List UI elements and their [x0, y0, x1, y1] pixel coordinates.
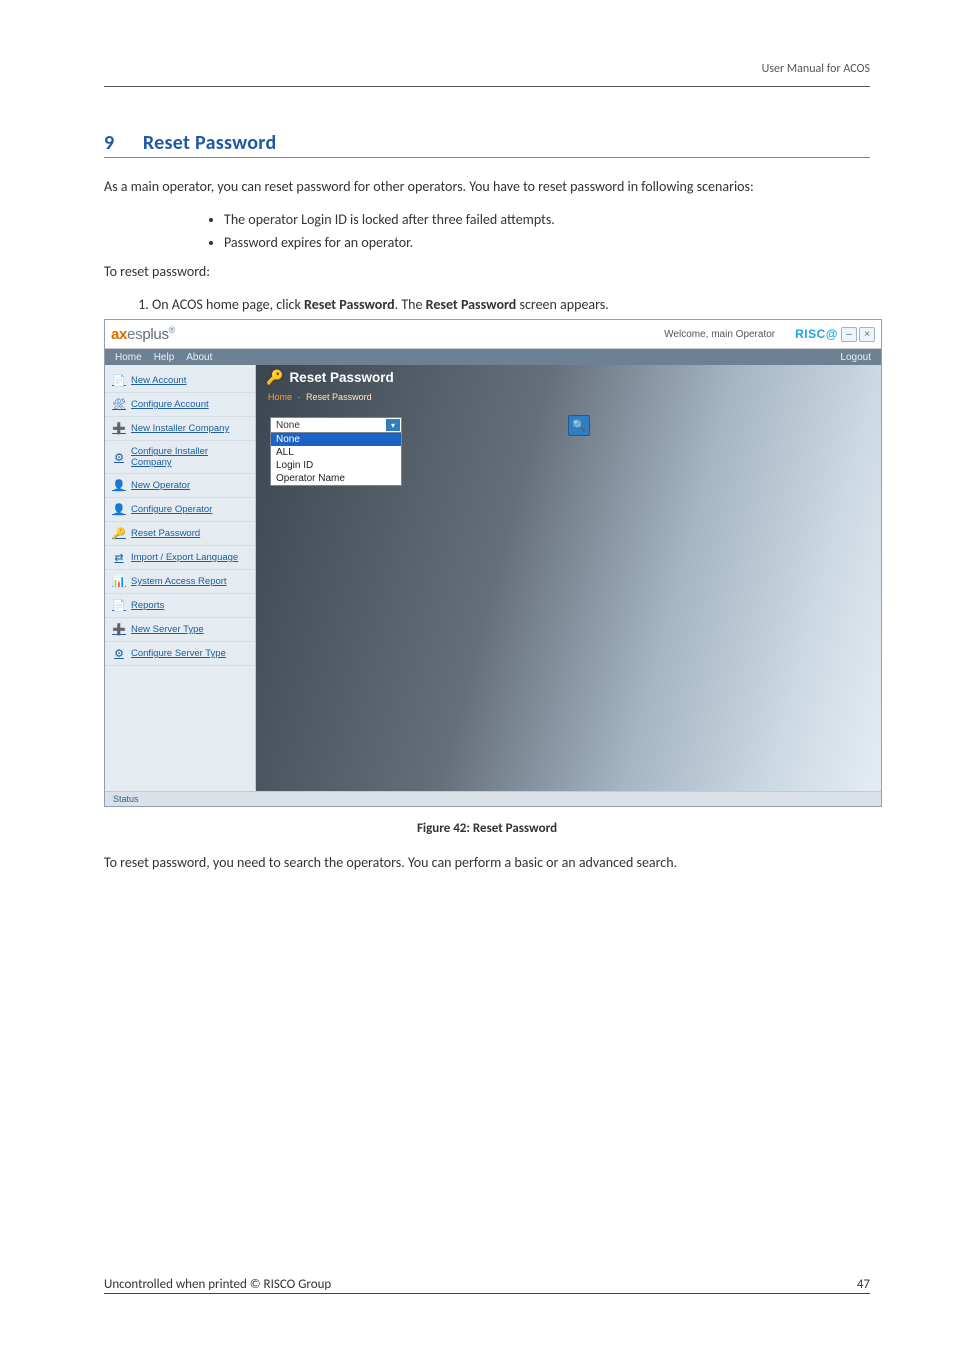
sidebar-item-label: Configure Installer Company [131, 446, 248, 468]
menu-about[interactable]: About [186, 352, 212, 363]
sidebar-item-label: New Account [131, 375, 186, 386]
search-button[interactable]: 🔍 [568, 415, 590, 436]
sidebar-item-label: Reset Password [131, 528, 200, 539]
sidebar-item-new-operator[interactable]: 👤 New Operator [105, 474, 255, 498]
welcome-text: Welcome, main Operator [664, 329, 775, 340]
chevron-down-icon: ▾ [386, 419, 400, 431]
transfer-icon: ⇄ [112, 551, 126, 564]
close-icon[interactable]: × [859, 327, 875, 342]
sidebar-item-system-access-report[interactable]: 📊 System Access Report [105, 570, 255, 594]
section-number: 9 [104, 131, 138, 155]
sidebar-item-import-export-language[interactable]: ⇄ Import / Export Language [105, 546, 255, 570]
status-bar: Status [105, 791, 881, 806]
app-body: 📄 New Account 🛠 Configure Account ➕ New Ins… [105, 365, 881, 791]
search-criteria-dropdown-group: None ▾ None ALL Login ID Operator Name [270, 417, 402, 486]
sidebar-item-new-server-type[interactable]: ➕ New Server Type [105, 618, 255, 642]
page-header: User Manual for ACOS [104, 62, 870, 87]
sidebar-item-label: New Server Type [131, 624, 204, 635]
user-icon: 👤 [112, 479, 126, 492]
panel-title-text: Reset Password [289, 370, 393, 385]
dropdown-option-none[interactable]: None [271, 433, 401, 446]
user-icon: 👤 [112, 503, 126, 516]
minimize-icon[interactable]: – [841, 327, 857, 342]
step-text: . The [395, 296, 426, 313]
sidebar-item-configure-installer-company[interactable]: ⚙ Configure Installer Company [105, 441, 255, 474]
sidebar-item-label: New Installer Company [131, 423, 229, 434]
header-right-text: User Manual for ACOS [762, 62, 870, 76]
after-figure-text: To reset password, you need to search th… [104, 852, 870, 873]
steps-list: On ACOS home page, click Reset Password.… [152, 296, 870, 313]
document-icon: 📄 [112, 374, 126, 387]
sidebar-item-label: Configure Account [131, 399, 209, 410]
key-icon: 🔑 [266, 369, 283, 386]
breadcrumb: Home · Reset Password [268, 392, 372, 402]
menu-help[interactable]: Help [154, 352, 175, 363]
sidebar-item-reset-password[interactable]: 🔑 Reset Password [105, 522, 255, 546]
sidebar-item-configure-operator[interactable]: 👤 Configure Operator [105, 498, 255, 522]
sidebar-item-new-installer-company[interactable]: ➕ New Installer Company [105, 417, 255, 441]
menu-bar: Home Help About Logout [105, 349, 881, 365]
section-title: Reset Password [143, 131, 277, 155]
chart-icon: 📊 [112, 575, 126, 588]
breadcrumb-home[interactable]: Home [268, 392, 292, 402]
figure-caption: Figure 42: Reset Password [104, 821, 870, 836]
document-icon: 📄 [112, 599, 126, 612]
sidebar-item-reports[interactable]: 📄 Reports [105, 594, 255, 618]
section-heading: 9 Reset Password [104, 131, 870, 158]
dropdown-option-all[interactable]: ALL [271, 446, 401, 459]
search-icon: 🔍 [572, 419, 586, 432]
step-text: screen appears. [516, 296, 608, 313]
app-titlebar: axesplus® Welcome, main Operator RISC@ –… [105, 320, 881, 349]
bullet-item: Password expires for an operator. [224, 234, 870, 251]
intro-paragraph: As a main operator, you can reset passwo… [104, 176, 870, 197]
breadcrumb-current: Reset Password [306, 392, 372, 402]
sidebar: 📄 New Account 🛠 Configure Account ➕ New Ins… [105, 365, 256, 791]
sidebar-item-label: Import / Export Language [131, 552, 238, 563]
risco-logo: RISC@ [795, 327, 838, 341]
sidebar-item-configure-server-type[interactable]: ⚙ Configure Server Type [105, 642, 255, 666]
brand-logo: axesplus® [111, 325, 175, 343]
app-screenshot: axesplus® Welcome, main Operator RISC@ –… [104, 319, 882, 807]
panel-title: 🔑 Reset Password [266, 369, 394, 386]
plus-icon: ➕ [112, 422, 126, 435]
step-text: On ACOS home page, click [152, 296, 304, 313]
plus-icon: ➕ [112, 623, 126, 636]
page-number: 47 [857, 1277, 870, 1292]
key-icon: 🔑 [112, 527, 126, 540]
sidebar-item-label: Reports [131, 600, 164, 611]
sidebar-item-label: Configure Server Type [131, 648, 226, 659]
step-bold: Reset Password [426, 296, 517, 313]
status-text: Status [113, 794, 139, 804]
gear-icon: ⚙ [112, 647, 126, 660]
menu-home[interactable]: Home [115, 352, 142, 363]
to-reset-label: To reset password: [104, 261, 870, 282]
menu-logout[interactable]: Logout [840, 352, 871, 363]
sidebar-item-new-account[interactable]: 📄 New Account [105, 369, 255, 393]
page-footer: Uncontrolled when printed © RISCO Group … [104, 1277, 870, 1294]
step-item: On ACOS home page, click Reset Password.… [152, 296, 870, 313]
sidebar-item-label: New Operator [131, 480, 190, 491]
sidebar-item-configure-account[interactable]: 🛠 Configure Account [105, 393, 255, 417]
bullet-list: The operator Login ID is locked after th… [224, 211, 870, 251]
step-bold: Reset Password [304, 296, 395, 313]
window-buttons: – × [841, 327, 875, 342]
bullet-item: The operator Login ID is locked after th… [224, 211, 870, 228]
gear-icon: ⚙ [112, 451, 126, 464]
sidebar-item-label: Configure Operator [131, 504, 212, 515]
tools-icon: 🛠 [112, 398, 126, 411]
sidebar-item-label: System Access Report [131, 576, 227, 587]
document-page: User Manual for ACOS 9 Reset Password As… [0, 0, 954, 1350]
dropdown-selected-value: None [276, 420, 300, 431]
dropdown-list: None ALL Login ID Operator Name [270, 432, 402, 486]
dropdown-option-login-id[interactable]: Login ID [271, 459, 401, 472]
search-criteria-dropdown[interactable]: None ▾ [270, 417, 402, 433]
chevron-right-icon: · [298, 392, 301, 402]
footer-left: Uncontrolled when printed © RISCO Group [104, 1277, 331, 1292]
content-panel: 🔑 Reset Password Home · Reset Password N… [256, 365, 881, 791]
dropdown-option-operator-name[interactable]: Operator Name [271, 472, 401, 485]
